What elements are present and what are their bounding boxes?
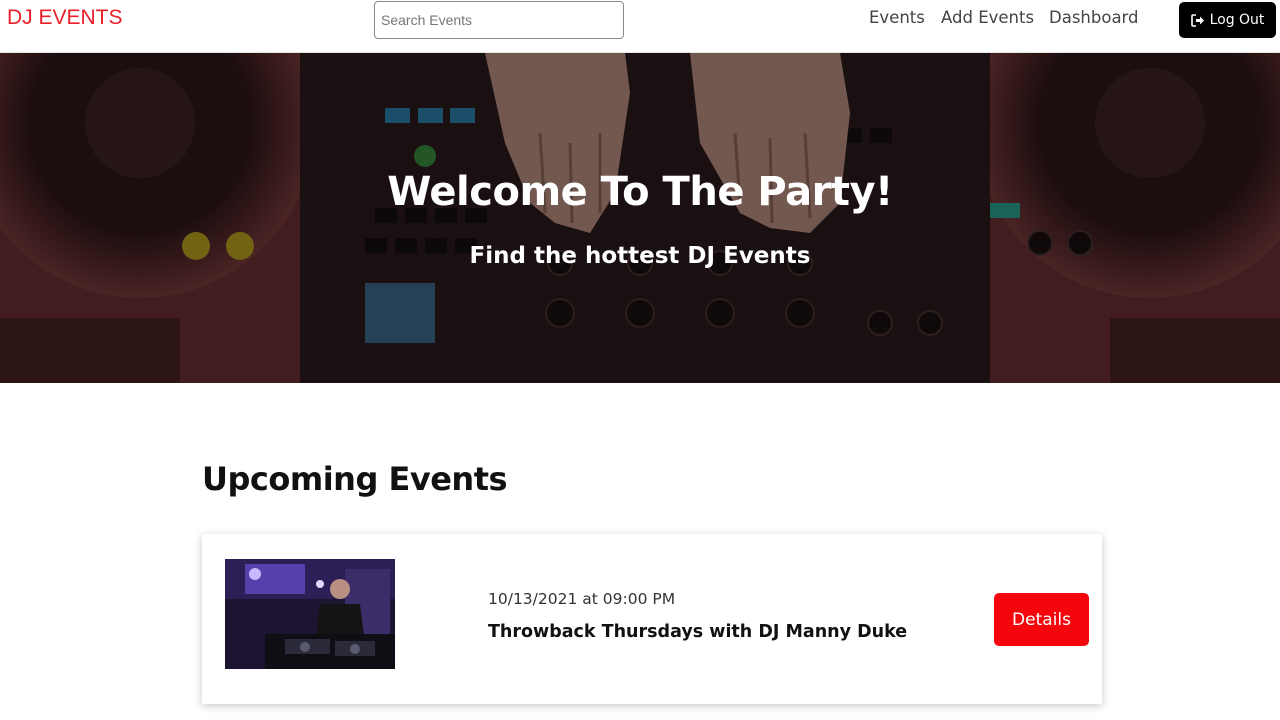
hero-banner: Welcome To The Party! Find the hottest D… — [0, 53, 1280, 383]
nav-link-add-events[interactable]: Add Events — [941, 8, 1034, 27]
logout-label: Log Out — [1209, 12, 1265, 28]
navbar: DJ EVENTS Events Add Events Dashboard Lo… — [0, 0, 1280, 53]
event-card: 10/13/2021 at 09:00 PM Throwback Thursda… — [202, 534, 1102, 704]
site-logo[interactable]: DJ EVENTS — [7, 6, 123, 30]
event-thumbnail-image[interactable] — [225, 559, 395, 669]
details-button[interactable]: Details — [994, 593, 1089, 646]
hero-overlay — [0, 53, 1280, 383]
event-title: Throwback Thursdays with DJ Manny Duke — [488, 622, 908, 642]
nav-link-events[interactable]: Events — [869, 8, 925, 27]
upcoming-events-heading: Upcoming Events — [202, 460, 508, 498]
event-date: 10/13/2021 at 09:00 PM — [488, 590, 676, 608]
hero-subtitle: Find the hottest DJ Events — [469, 243, 811, 269]
search-input[interactable] — [374, 1, 624, 39]
logout-button[interactable]: Log Out — [1179, 2, 1276, 38]
sign-out-icon — [1190, 13, 1205, 27]
hero-title: Welcome To The Party! — [387, 169, 893, 215]
nav-link-dashboard[interactable]: Dashboard — [1049, 8, 1139, 27]
